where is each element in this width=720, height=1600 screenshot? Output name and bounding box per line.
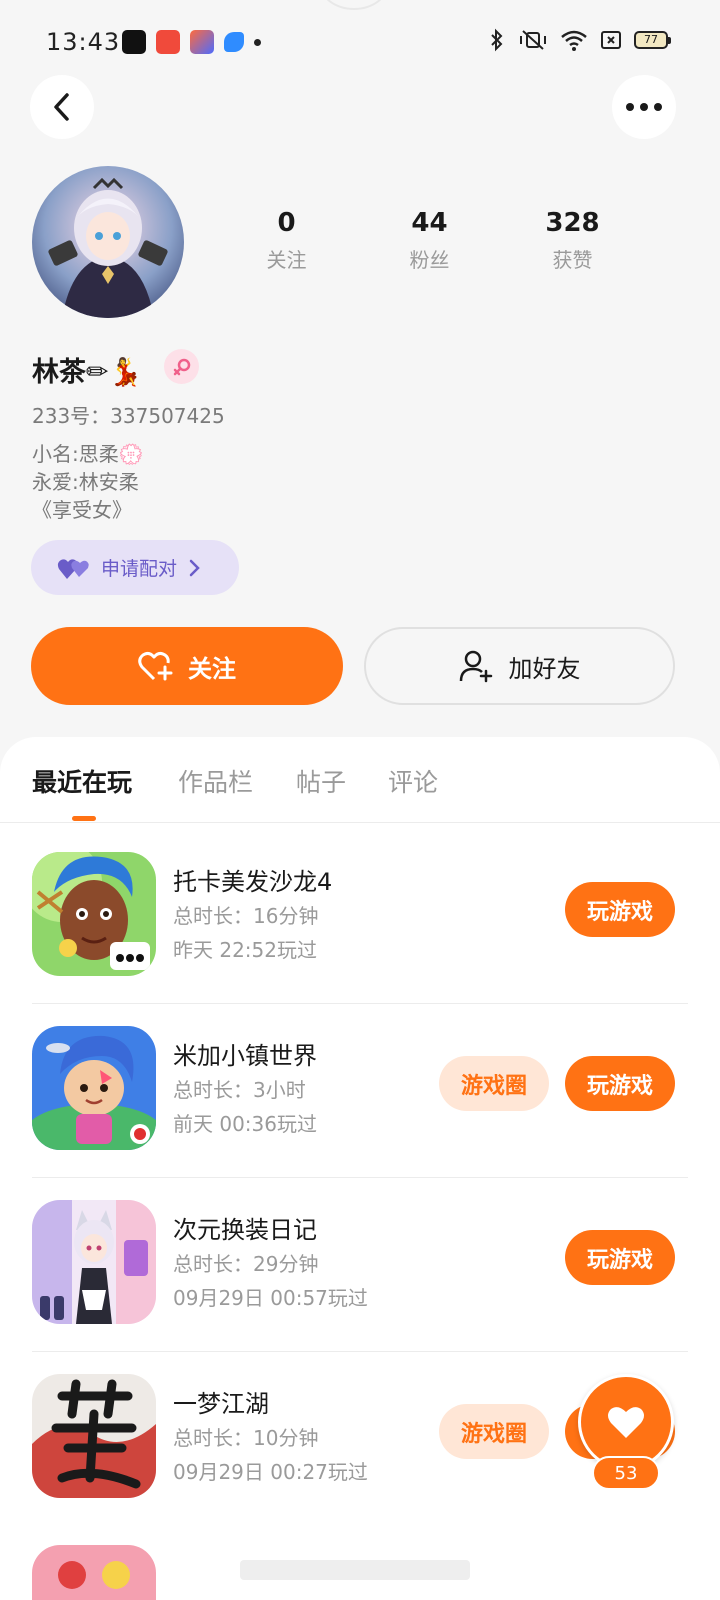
game-row[interactable]: 米加小镇世界 总时长：3小时 前天 00:36玩过 游戏圈 玩游戏 [32,1004,688,1178]
game-circle-button[interactable]: 游戏圈 [439,1404,549,1459]
battery-level: 77 [644,33,658,46]
play-game-button[interactable]: 玩游戏 [565,1056,675,1111]
tab-comments[interactable]: 评论 [388,763,438,799]
game-duration: 总时长：10分钟 [173,1426,319,1450]
like-count-badge: 53 [592,1456,660,1490]
avatar-image [32,166,184,318]
double-heart-icon [57,558,89,579]
heart-plus-icon [138,651,173,681]
more-dots-icon [626,103,662,111]
stat-fans-value: 44 [411,208,448,238]
female-gender-icon [164,349,199,384]
stat-following-value: 0 [277,208,296,238]
stat-following-label: 关注 [266,248,307,272]
game-duration: 总时长：16分钟 [173,904,319,928]
game-row[interactable]: 托卡美发沙龙4 总时长：16分钟 昨天 22:52玩过 玩游戏 [32,830,688,1004]
app-store-icon [190,30,214,54]
game-icon[interactable] [32,852,156,976]
play-game-button[interactable]: 玩游戏 [565,882,675,937]
game-duration: 总时长：29分钟 [173,1252,319,1276]
bio-line: 小名:思柔💮 [32,442,144,466]
game-name: 次元换装日记 [173,1216,317,1244]
game-icon-partial[interactable] [32,1545,156,1600]
chevron-right-icon [189,559,200,576]
bio-line: 永爱:林安柔 [32,470,139,494]
more-button[interactable] [612,75,676,139]
no-sim-icon [601,31,621,49]
game-icon[interactable] [32,1200,156,1324]
back-button[interactable] [30,75,94,139]
profile-tabs: 最近在玩 作品栏 帖子 评论 [0,737,720,823]
game-last-played: 09月29日 00:57玩过 [173,1286,368,1310]
wifi-icon [561,30,587,51]
username: 林茶✏💃 [32,357,143,388]
add-user-icon [459,650,492,683]
game-duration: 总时长：3小时 [173,1078,306,1102]
avatar[interactable] [32,166,184,318]
chevron-left-icon [54,93,69,121]
battery-icon: 77 [634,31,671,49]
user-id: 233号：337507425 [32,404,225,428]
tab-posts[interactable]: 帖子 [296,763,346,799]
add-friend-label: 加好友 [508,654,581,683]
tab-works[interactable]: 作品栏 [178,763,253,799]
game-circle-button[interactable]: 游戏圈 [439,1056,549,1111]
game-icon[interactable] [32,1374,156,1498]
tab-recent-play[interactable]: 最近在玩 [32,763,132,799]
profile-stats: 0 关注 44 粉丝 328 获赞 [215,208,645,273]
game-name: 米加小镇世界 [173,1042,317,1070]
stat-likes[interactable]: 328 获赞 [501,208,644,273]
stat-likes-label: 获赞 [552,248,593,272]
game-name: 托卡美发沙龙4 [173,868,333,896]
tiktok-app-icon [122,30,146,54]
game-icon[interactable] [32,1026,156,1150]
notification-icons [122,30,261,54]
vibrate-mute-icon [520,30,546,50]
game-row[interactable]: 次元换装日记 总时长：29分钟 09月29日 00:57玩过 玩游戏 [32,1178,688,1352]
game-name: 一梦江湖 [173,1390,269,1418]
follow-button[interactable]: 关注 [31,627,343,705]
stat-fans[interactable]: 44 粉丝 [358,208,501,273]
stat-likes-value: 328 [545,208,600,238]
game-last-played: 09月29日 00:27玩过 [173,1460,368,1484]
status-bar: 13:43 77 [0,0,720,88]
game-last-played: 昨天 22:52玩过 [173,938,317,962]
add-friend-button[interactable]: 加好友 [364,627,675,705]
follow-label: 关注 [188,654,236,683]
game-name-placeholder [240,1560,470,1580]
tab-indicator [72,816,96,821]
apply-pair-button[interactable]: 申请配对 [31,540,239,595]
stat-following[interactable]: 0 关注 [215,208,358,273]
music-app-icon [156,30,180,54]
heart-icon [608,1407,644,1438]
system-icons: 77 [488,28,671,52]
status-time: 13:43 [46,28,121,56]
play-game-button[interactable]: 玩游戏 [565,1230,675,1285]
more-notifications-dot-icon [254,38,261,46]
game-last-played: 前天 00:36玩过 [173,1112,317,1136]
stat-fans-label: 粉丝 [409,248,450,272]
bird-app-icon [224,32,244,52]
bio-line: 《享受女》 [32,498,132,522]
apply-pair-label: 申请配对 [101,558,178,580]
bio: 小名:思柔💮 永爱:林安柔 《享受女》 [32,440,144,524]
bluetooth-icon [491,28,503,52]
